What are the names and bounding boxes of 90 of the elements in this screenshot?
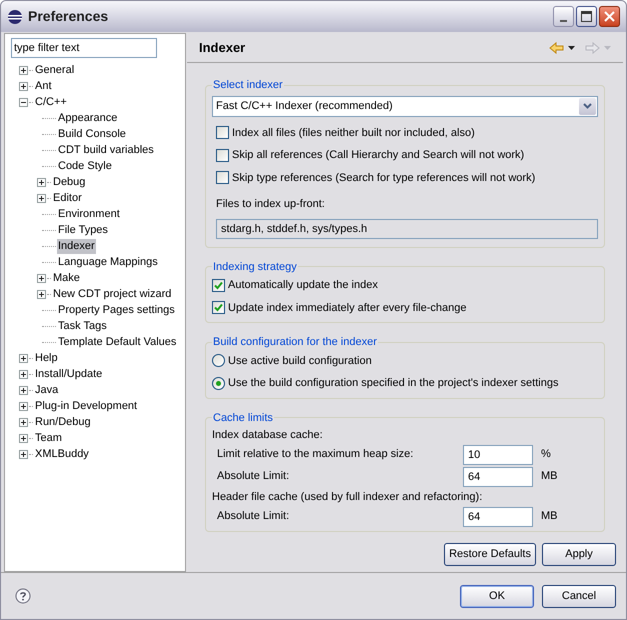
- unit-label: MB: [541, 469, 558, 484]
- caret-icon: [568, 46, 575, 50]
- maximize-button[interactable]: [576, 6, 597, 27]
- chevron-down-icon: [583, 103, 592, 109]
- indexer-dropdown[interactable]: Fast C/C++ Indexer (recommended): [212, 96, 598, 116]
- arrow-icon: [585, 40, 600, 54]
- expand-icon[interactable]: [37, 274, 46, 282]
- page-button[interactable]: Restore Defaults: [444, 543, 536, 566]
- tree-item[interactable]: Plug-in Development: [34, 398, 138, 414]
- page-title: Indexer: [199, 38, 246, 57]
- dialog-button[interactable]: OK: [460, 584, 534, 608]
- expand-icon[interactable]: [19, 386, 28, 394]
- checkbox[interactable]: [216, 148, 229, 162]
- back-button[interactable]: [549, 40, 575, 54]
- radio-button[interactable]: [212, 354, 225, 368]
- tree-item[interactable]: New CDT project wizard: [52, 286, 172, 302]
- expand-icon[interactable]: [37, 178, 46, 186]
- tree-item[interactable]: Debug: [52, 174, 86, 190]
- close-button[interactable]: [599, 6, 620, 27]
- section-label: Index database cache:: [212, 428, 324, 443]
- tree-item[interactable]: Language Mappings: [57, 254, 159, 270]
- tree-item[interactable]: Code Style: [57, 158, 113, 174]
- window-title: Preferences: [28, 7, 108, 26]
- arrow-icon: [549, 40, 564, 54]
- dialog-button[interactable]: Cancel: [542, 584, 616, 608]
- expand-icon[interactable]: [19, 354, 28, 362]
- tree-item[interactable]: Make: [52, 270, 81, 286]
- close-icon: [604, 11, 615, 22]
- tree-item[interactable]: Editor: [52, 190, 83, 206]
- unit-label: MB: [541, 509, 558, 524]
- tree-item[interactable]: File Types: [57, 222, 109, 238]
- tree-item[interactable]: Java: [34, 382, 60, 398]
- sphere-icon: [7, 8, 23, 24]
- tree-item[interactable]: Property Pages settings: [57, 302, 176, 318]
- group-title: Indexing strategy: [212, 260, 298, 274]
- tree-item[interactable]: Build Console: [57, 126, 127, 142]
- option-label: Skip all references (Call Hierarchy and Search will not work): [232, 148, 524, 163]
- option-label: Use the build configuration specified in the project's indexer settings: [228, 376, 558, 391]
- expand-icon[interactable]: [37, 290, 46, 298]
- field-label: Files to index up-front:: [215, 197, 326, 212]
- tree-item[interactable]: Environment: [57, 206, 121, 222]
- expand-icon[interactable]: [19, 82, 28, 90]
- radio-button[interactable]: [212, 376, 225, 390]
- tree-item[interactable]: Team: [34, 430, 63, 446]
- tree-item[interactable]: General: [34, 62, 76, 78]
- checkbox[interactable]: [212, 278, 225, 292]
- filter-field[interactable]: type filter text: [11, 38, 157, 58]
- group-title: Build configuration for the indexer: [212, 335, 378, 350]
- expand-icon[interactable]: [19, 66, 28, 74]
- tree-item[interactable]: C/C++: [34, 94, 68, 110]
- option-label: Update index immediately after every file-change: [228, 300, 466, 316]
- unit-label: %: [541, 447, 551, 462]
- expand-icon[interactable]: [19, 370, 28, 378]
- caret-icon: [604, 46, 611, 50]
- field-label: Limit relative to the maximum heap size:: [217, 447, 414, 462]
- option-label: Automatically update the index: [228, 278, 378, 293]
- number-field[interactable]: 64: [463, 466, 533, 486]
- tree-item[interactable]: Template Default Values: [57, 334, 178, 350]
- checkbox[interactable]: [216, 171, 229, 184]
- minimize-button[interactable]: [553, 6, 574, 27]
- tree-item[interactable]: XMLBuddy: [34, 446, 90, 462]
- group-title: Select indexer: [212, 78, 284, 93]
- tree-item[interactable]: Indexer: [57, 238, 96, 254]
- checkbox[interactable]: [216, 126, 229, 140]
- collapse-icon[interactable]: [19, 98, 28, 106]
- expand-icon[interactable]: [37, 194, 46, 202]
- expand-icon[interactable]: [19, 434, 28, 442]
- option-label: Skip type references (Search for type references will not work): [232, 170, 536, 186]
- checkbox[interactable]: [212, 301, 225, 314]
- tree-item[interactable]: Ant: [34, 78, 53, 94]
- option-label: Use active build configuration: [228, 354, 372, 368]
- page-button[interactable]: Apply: [542, 543, 616, 566]
- tree-item[interactable]: CDT build variables: [57, 142, 155, 158]
- field-label: Absolute Limit:: [217, 509, 290, 524]
- tree-item[interactable]: Task Tags: [57, 318, 108, 334]
- files-field[interactable]: stdarg.h, stddef.h, sys/types.h: [216, 218, 598, 238]
- number-field[interactable]: 10: [463, 444, 533, 464]
- group-title: Cache limits: [212, 410, 274, 426]
- expand-icon[interactable]: [19, 418, 28, 426]
- number-field[interactable]: 64: [463, 506, 533, 526]
- tree-item[interactable]: Appearance: [57, 110, 118, 126]
- option-label: Index all files (files neither built nor included, also): [232, 126, 475, 140]
- field-label: Absolute Limit:: [217, 469, 290, 484]
- tree-item[interactable]: Help: [34, 350, 59, 366]
- tree-item[interactable]: Run/Debug: [34, 414, 92, 430]
- help-icon[interactable]: [15, 588, 31, 604]
- tree-item[interactable]: Install/Update: [34, 366, 104, 382]
- expand-icon[interactable]: [19, 450, 28, 458]
- section-label: Header file cache (used by full indexer and refactoring):: [212, 490, 484, 505]
- expand-icon[interactable]: [19, 402, 28, 410]
